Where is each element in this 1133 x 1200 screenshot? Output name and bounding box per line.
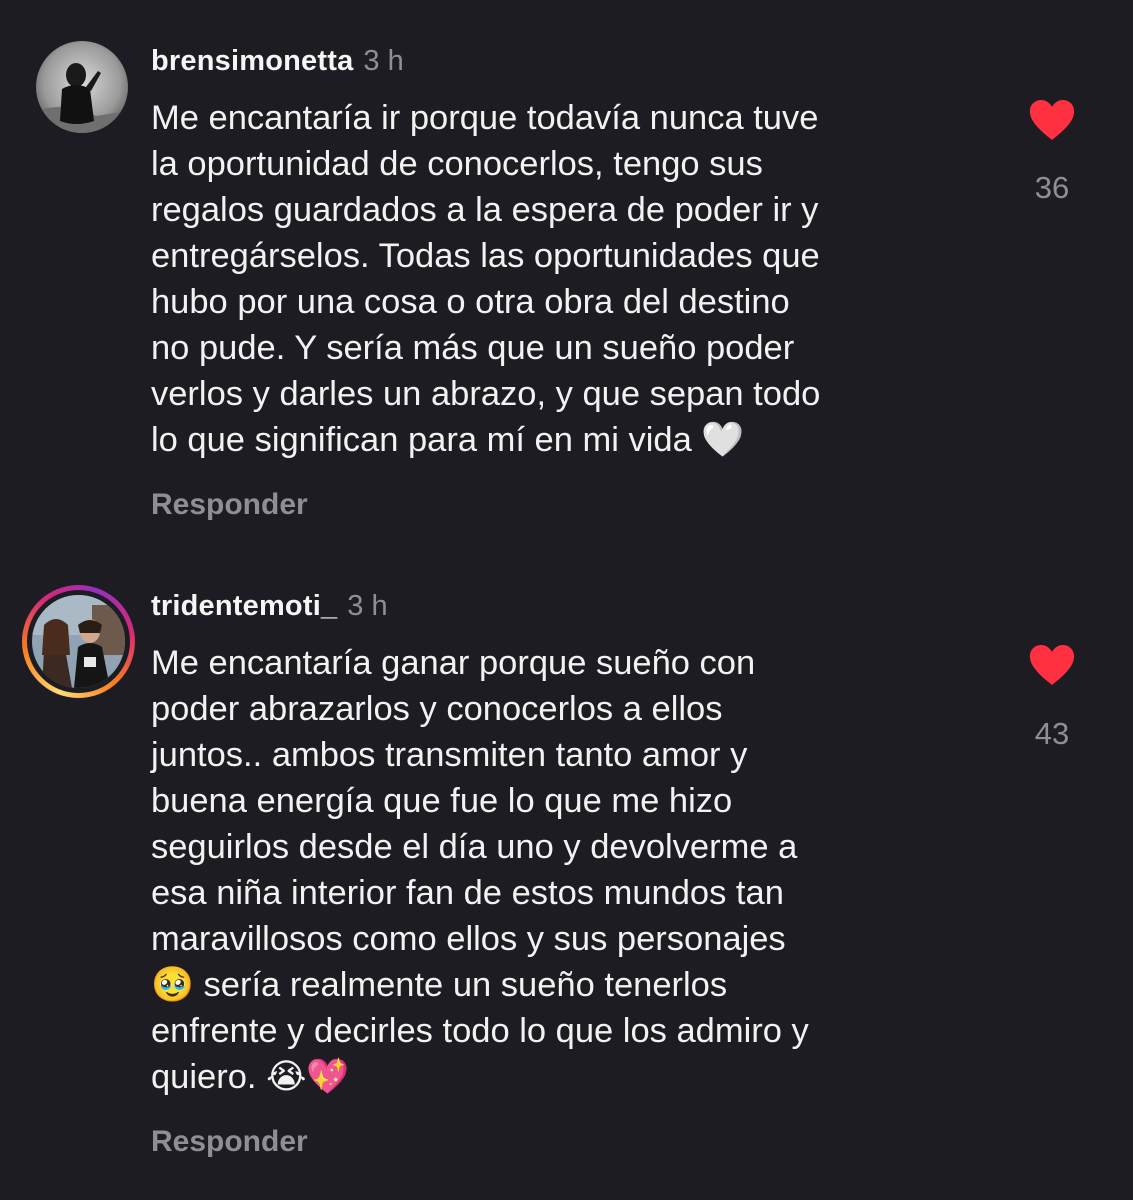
timestamp: 3 h	[363, 45, 404, 77]
heart-icon	[1029, 100, 1075, 140]
like-count: 43	[1034, 716, 1070, 751]
avatar-photo	[32, 595, 125, 688]
username[interactable]: tridentemoti_	[151, 590, 337, 622]
heart-icon	[1029, 645, 1075, 685]
comment-text: Me encantaría ir porque todavía nunca tu…	[151, 99, 821, 459]
avatar[interactable]	[36, 41, 128, 133]
username[interactable]: brensimonetta	[151, 45, 353, 77]
timestamp: 3 h	[347, 590, 388, 622]
reply-button[interactable]: Responder	[151, 1125, 308, 1159]
like-button[interactable]	[1028, 99, 1076, 141]
like-count: 36	[1034, 170, 1070, 205]
comment-text: Me encantaría ganar porque sueño con pod…	[151, 644, 809, 1096]
comment-header: brensimonetta 3 h	[151, 43, 404, 79]
avatar[interactable]	[22, 585, 135, 698]
reply-button[interactable]: Responder	[151, 488, 308, 522]
like-button[interactable]	[1028, 644, 1076, 686]
comment-header: tridentemoti_ 3 h	[151, 588, 388, 624]
